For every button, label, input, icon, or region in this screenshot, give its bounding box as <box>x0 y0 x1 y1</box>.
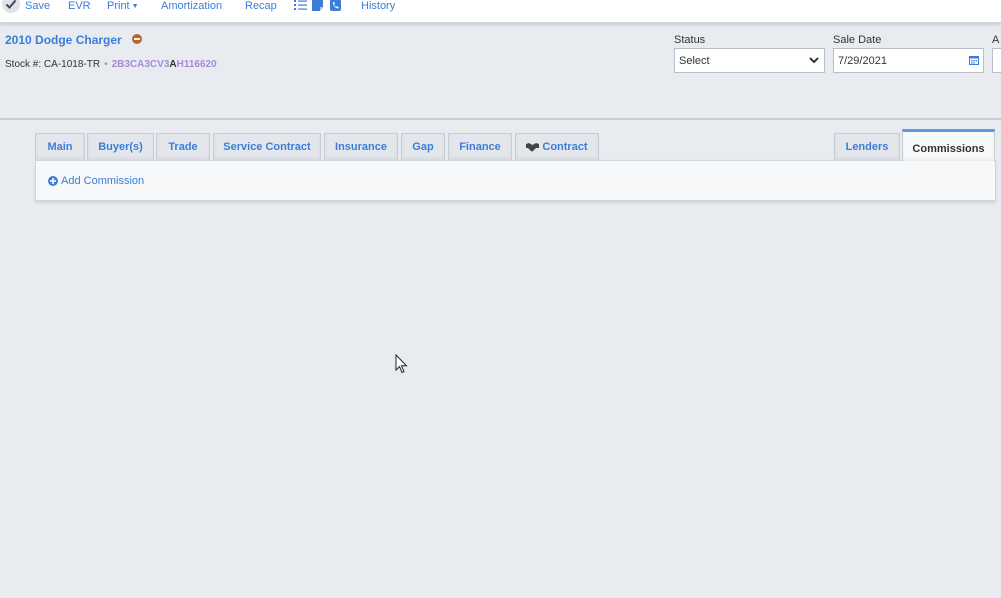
tab-contract[interactable]: Contract <box>515 133 599 160</box>
status-select[interactable]: Select <box>674 48 825 73</box>
tab-main[interactable]: Main <box>35 133 85 160</box>
mouse-cursor-icon <box>395 353 408 377</box>
status-label: Status <box>674 34 706 46</box>
top-toolbar: Save EVR Print ▼ Amortization Recap Histo… <box>0 0 1001 23</box>
tab-lenders[interactable]: Lenders <box>834 133 900 160</box>
caret-down-icon: ▼ <box>131 3 139 10</box>
vin-part-2[interactable]: A <box>169 59 176 70</box>
print-menu[interactable]: Print ▼ <box>107 0 139 14</box>
tab-contract-label: Contract <box>542 141 588 153</box>
print-label: Print <box>107 0 130 12</box>
tab-service-contract[interactable]: Service Contract <box>213 133 321 160</box>
stock-label: Stock #: <box>5 59 42 70</box>
save-button[interactable]: Save <box>25 0 50 14</box>
tab-insurance[interactable]: Insurance <box>324 133 398 160</box>
vin-part-3[interactable]: H116620 <box>177 59 217 70</box>
commissions-panel: Add Commission <box>35 160 996 201</box>
tab-commissions[interactable]: Commissions <box>902 129 995 161</box>
tab-finance[interactable]: Finance <box>448 133 512 160</box>
tab-buyers[interactable]: Buyer(s) <box>87 133 154 160</box>
vehicle-title[interactable]: 2010 Dodge Charger <box>5 33 122 47</box>
sale-date-value: 7/29/2021 <box>838 55 887 67</box>
phone-icon[interactable] <box>330 0 341 14</box>
add-commission-link[interactable]: Add Commission <box>48 175 144 187</box>
third-field-label: A <box>992 34 1000 46</box>
note-icon[interactable] <box>312 0 323 14</box>
sale-date-input[interactable]: 7/29/2021 <box>833 48 984 73</box>
third-field-input[interactable] <box>992 48 1001 73</box>
status-value: Select <box>679 55 710 67</box>
history-button[interactable]: History <box>361 0 395 14</box>
amortization-button[interactable]: Amortization <box>161 0 222 14</box>
tab-gap[interactable]: Gap <box>401 133 445 160</box>
checklist-icon[interactable] <box>294 0 307 14</box>
add-commission-label: Add Commission <box>61 175 145 187</box>
plus-circle-icon <box>48 176 58 186</box>
recap-button[interactable]: Recap <box>245 0 277 14</box>
chevron-down-icon <box>809 55 819 68</box>
header-divider <box>0 118 1001 120</box>
sale-date-label: Sale Date <box>833 34 882 46</box>
stock-row: Stock #: CA-1018-TR • 2B3CA3CV3AH116620 <box>5 59 217 70</box>
stock-number: CA-1018-TR <box>43 59 101 70</box>
vin-part-1[interactable]: 2B3CA3CV3 <box>112 59 170 70</box>
calendar-icon[interactable] <box>969 55 979 68</box>
checkmark-icon[interactable] <box>2 0 20 13</box>
tab-trade[interactable]: Trade <box>156 133 210 160</box>
minus-circle-icon[interactable] <box>132 34 142 44</box>
evr-button[interactable]: EVR <box>68 0 91 14</box>
handshake-icon <box>526 143 540 152</box>
separator-dot: • <box>104 59 108 70</box>
